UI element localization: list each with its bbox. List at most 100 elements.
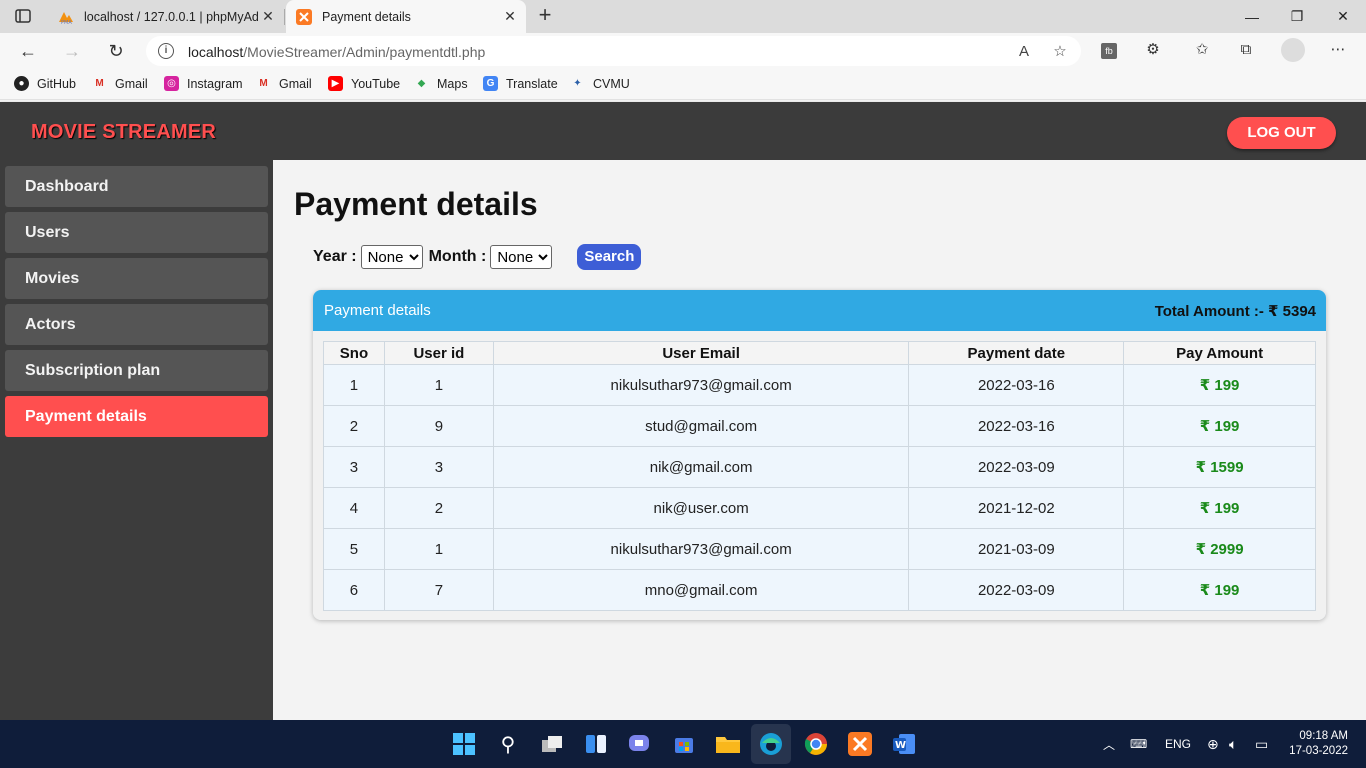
store-icon[interactable] <box>670 730 698 758</box>
bookmark-label: Gmail <box>279 76 312 91</box>
card-body: Sno User id User Email Payment date Pay … <box>313 331 1326 620</box>
refresh-icon[interactable]: ↻ <box>104 39 128 63</box>
task-view-icon[interactable] <box>538 730 566 758</box>
instagram-icon: ◎ <box>164 76 179 91</box>
chrome-icon[interactable] <box>802 730 830 758</box>
cell-payment-date: 2022-03-16 <box>908 405 1125 447</box>
bookmark-maps[interactable]: ◆ Maps <box>414 76 468 91</box>
year-label: Year : <box>313 248 357 265</box>
bookmark-cvmu[interactable]: ✦ CVMU <box>570 76 630 91</box>
cell-sno: 3 <box>323 446 385 488</box>
sidebar-item-actors[interactable]: Actors <box>5 304 268 345</box>
cell-user-id: 2 <box>383 487 494 529</box>
col-header-user-id[interactable]: User id <box>383 341 494 365</box>
collections-icon[interactable]: ⧉ <box>1236 40 1256 60</box>
start-windows-icon[interactable] <box>450 730 478 758</box>
cell-sno: 2 <box>323 405 385 447</box>
teams-chat-icon[interactable] <box>626 730 654 758</box>
url-path: /MovieStreamer/Admin/paymentdtl.php <box>243 44 486 60</box>
file-explorer-icon[interactable] <box>714 730 742 758</box>
search-button[interactable]: Search <box>577 244 642 270</box>
bookmark-label: GitHub <box>37 76 76 91</box>
sidebar-item-payment-details[interactable]: Payment details <box>5 396 268 437</box>
github-icon: ● <box>14 76 29 91</box>
cell-payment-date: 2021-12-02 <box>908 487 1125 529</box>
sidebar-item-users[interactable]: Users <box>5 212 268 253</box>
year-select[interactable]: None <box>360 245 423 269</box>
minimize-icon[interactable]: — <box>1229 0 1275 33</box>
cell-payment-date: 2021-03-09 <box>908 528 1125 570</box>
filter-bar: Year : None Month : None Search <box>313 244 642 270</box>
col-header-user-email[interactable]: User Email <box>492 341 910 365</box>
search-icon[interactable]: ⚲ <box>494 730 522 758</box>
profile-avatar[interactable] <box>1281 38 1305 62</box>
favorites-icon[interactable]: ✩ <box>1192 40 1212 60</box>
keyboard-icon[interactable]: ⌨ <box>1130 720 1147 768</box>
col-header-pay-amount[interactable]: Pay Amount <box>1123 341 1316 365</box>
word-icon[interactable]: W <box>890 730 918 758</box>
logout-button[interactable]: LOG OUT <box>1227 117 1336 149</box>
close-tab-icon[interactable]: ✕ <box>500 8 520 25</box>
url-text[interactable]: localhost/MovieStreamer/Admin/paymentdtl… <box>188 44 485 60</box>
brand-logo-text[interactable]: MOVIE STREAMER <box>31 121 216 144</box>
forward-arrow-icon[interactable]: → <box>60 39 84 63</box>
maps-icon: ◆ <box>417 78 426 89</box>
month-select[interactable]: None <box>490 245 553 269</box>
cell-user-email: nikulsuthar973@gmail.com <box>492 528 910 570</box>
bookmarks-bar: ● GitHub M Gmail ◎ Instagram M Gmail ▶ YouTub… <box>0 69 1366 100</box>
cell-user-id: 1 <box>383 364 494 406</box>
cell-user-id: 1 <box>383 528 494 570</box>
battery-icon[interactable]: ▭ <box>1255 720 1268 768</box>
edge-browser-icon[interactable] <box>757 730 785 758</box>
more-menu-icon[interactable]: ⋯ <box>1328 40 1348 60</box>
col-header-sno[interactable]: Sno <box>323 341 385 365</box>
app-header: MOVIE STREAMER LOG OUT <box>0 102 1366 160</box>
bookmark-gmail-2[interactable]: M Gmail <box>256 76 312 91</box>
sidebar-item-subscription-plan[interactable]: Subscription plan <box>5 350 268 391</box>
browser-tab-payment-details[interactable]: Payment details ✕ <box>286 0 526 33</box>
cell-payment-date: 2022-03-09 <box>908 569 1125 611</box>
cell-pay-amount: ₹ 1599 <box>1123 446 1316 488</box>
site-info-icon[interactable]: i <box>158 43 174 59</box>
bookmark-github[interactable]: ● GitHub <box>14 76 76 91</box>
widgets-icon[interactable] <box>582 730 610 758</box>
read-aloud-icon[interactable]: A <box>1014 42 1034 62</box>
bookmark-translate[interactable]: G Translate <box>483 76 558 91</box>
close-window-icon[interactable]: ✕ <box>1320 0 1366 33</box>
show-hidden-icons[interactable]: ︿ <box>1103 720 1115 768</box>
close-tab-icon[interactable]: ✕ <box>258 8 278 25</box>
svg-text:W: W <box>895 740 906 751</box>
table-row: 5 1 nikulsuthar973@gmail.com 2021-03-09 … <box>323 528 1316 570</box>
col-header-payment-date[interactable]: Payment date <box>908 341 1125 365</box>
tab-actions-icon[interactable] <box>12 7 34 25</box>
clock[interactable]: 09:18 AM 17-03-2022 <box>1289 729 1348 759</box>
bookmark-instagram[interactable]: ◎ Instagram <box>164 76 243 91</box>
volume-icon[interactable]: 🔈︎ <box>1229 720 1237 768</box>
new-tab-icon[interactable]: + <box>534 4 556 27</box>
extension-fb-icon[interactable]: fb <box>1099 40 1119 60</box>
extensions-icon[interactable]: ⚙ <box>1143 40 1163 60</box>
address-bar[interactable]: i localhost/MovieStreamer/Admin/paymentd… <box>146 36 1081 66</box>
restore-icon[interactable]: ❐ <box>1274 0 1320 33</box>
bookmark-label: Maps <box>437 76 468 91</box>
table-row: 2 9 stud@gmail.com 2022-03-16 ₹ 199 <box>323 405 1316 447</box>
bookmark-gmail[interactable]: M Gmail <box>92 76 147 91</box>
browser-tab-phpmyadmin[interactable]: PMA localhost / 127.0.0.1 | phpMyAdmin ✕ <box>48 0 285 33</box>
add-favorite-icon[interactable]: ☆ <box>1050 42 1070 62</box>
card-title: Payment details <box>324 302 431 319</box>
cell-user-email: nik@user.com <box>492 487 910 529</box>
language-indicator[interactable]: ENG <box>1165 720 1191 768</box>
sidebar-item-movies[interactable]: Movies <box>5 258 268 299</box>
total-amount: Total Amount :- ₹ 5394 <box>1154 303 1316 320</box>
sidebar: Dashboard Users Movies Actors Subscripti… <box>0 160 273 720</box>
network-icon[interactable]: ⊕ <box>1207 720 1219 768</box>
back-arrow-icon[interactable]: ← <box>16 39 40 63</box>
tab-title: Payment details <box>322 9 411 24</box>
xampp-icon[interactable] <box>846 730 874 758</box>
bookmark-youtube[interactable]: ▶ YouTube <box>328 76 400 91</box>
cell-pay-amount: ₹ 199 <box>1123 569 1316 611</box>
sidebar-item-dashboard[interactable]: Dashboard <box>5 166 268 207</box>
page-title: Payment details <box>294 186 538 222</box>
youtube-icon: ▶ <box>328 76 343 91</box>
browser-tab-strip: PMA localhost / 127.0.0.1 | phpMyAdmin ✕… <box>0 0 1366 33</box>
